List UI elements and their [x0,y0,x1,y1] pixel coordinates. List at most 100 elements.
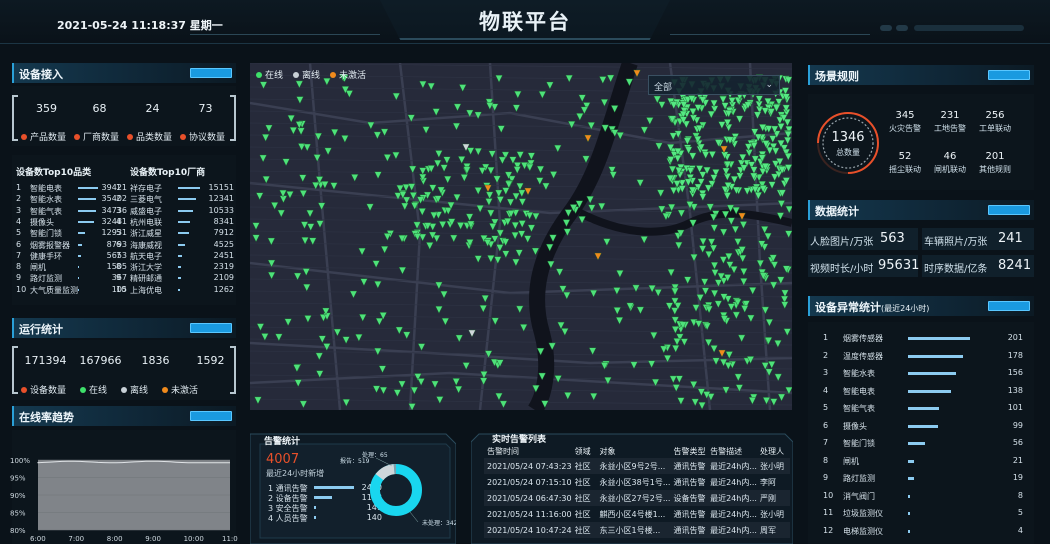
device-marker-icon [734,238,742,247]
device-marker-icon [739,268,748,276]
table-cell: 2021/05/24 07:43:23 [484,458,572,474]
device-marker-icon [613,307,622,315]
table-row[interactable]: 2021/05/24 11:16:00 社区 麒西小区4号楼1... 通讯告警 最近24… [484,506,790,522]
device-map[interactable]: 在线 离线 未激活 全部 ⌄ [250,63,792,410]
map-road [250,101,792,145]
table-row[interactable]: 2021/05/24 07:43:23 社区 永益小区9号2号... 通讯告警 最近24… [484,458,790,474]
device-marker-icon [432,234,441,243]
device-marker-icon [350,174,359,182]
list-rank: 10 [16,284,27,294]
list-name: 闸机 [30,263,46,273]
device-marker-icon [688,152,697,161]
device-marker-icon [777,393,786,402]
list-name: 海康威视 [130,240,162,250]
list-item: 12 电梯监测仪 4 [823,526,1023,537]
data-stats-toggle-button[interactable] [988,205,1030,215]
device-marker-icon [252,234,260,243]
list-rank: 8 [16,262,22,272]
face-image-stat: 人脸图片/万张 563 [808,228,918,250]
device-marker-icon [640,236,649,244]
device-marker-icon [701,151,710,160]
device-marker-icon [636,306,645,315]
device-marker-icon [440,164,448,173]
list-name: 闸机 [843,456,859,466]
offline-dot-icon [121,386,128,393]
device-marker-icon [683,276,692,285]
device-marker-icon [418,167,427,176]
device-marker-icon [738,254,747,263]
list-rank: 2 [116,194,122,204]
trend-x-tick: 7:00 [68,535,84,543]
product-dot-icon [21,133,27,140]
list-item: 10 大气质量监测 105 [16,285,127,295]
device-marker-icon [580,106,589,115]
device-marker-icon [431,380,439,389]
device-marker-icon [417,378,425,386]
table-cell: 麒西小区4号楼1... [599,509,666,519]
alarm-donut-chart: 处理：65报告：519未处理：3423 [340,451,456,527]
device-marker-icon [501,187,510,196]
list-item: 4 杭州电联 8341 [116,217,234,227]
run-stats-toggle-button[interactable] [190,323,232,333]
anomaly-title: 设备异常统计(最近24小时) [815,301,930,314]
map-legend-inactive[interactable]: 未激活 [330,68,366,81]
device-marker-icon [452,378,461,386]
device-marker-icon [777,123,785,131]
device-marker-icon [374,281,382,289]
device-marker-icon [516,151,525,160]
map-filter-select[interactable]: 全部 ⌄ [648,75,780,95]
map-legend-offline[interactable]: 离线 [293,68,320,81]
run-stats-values: 171394 167966 1836 1592 [18,354,238,367]
list-item: 11 垃圾监测仪 5 [823,508,1023,519]
device-access-toggle-button[interactable] [190,68,232,78]
device-marker-icon [712,357,720,366]
list-bar [78,220,95,223]
offline-count: 1836 [141,354,170,367]
device-marker-icon [719,228,728,237]
table-cell: 最近24h内... [707,490,758,506]
device-marker-icon [457,156,466,164]
online-count: 167966 [79,354,122,367]
device-marker-icon [613,287,621,295]
category-dot-icon [127,133,134,140]
anomaly-toggle-button[interactable] [988,301,1030,311]
table-row[interactable]: 2021/05/24 07:15:10 社区 永益小区38号1号... 通讯告警 最近2… [484,474,790,490]
list-rank: 11 [823,508,834,517]
scene-rules-toggle-button[interactable] [988,70,1030,80]
map-canvas [250,63,792,410]
table-row[interactable]: 2021/05/24 10:47:24 社区 东三小区1号楼... 通讯告警 最近24h… [484,522,790,538]
list-name: 祥存电子 [130,184,162,193]
list-rank: 1 [116,183,122,192]
device-marker-icon [549,171,558,179]
device-marker-icon [297,127,305,136]
device-marker-icon [527,152,536,161]
map-legend-online[interactable]: 在线 [256,68,283,81]
list-name: 航天电子 [130,251,162,261]
device-marker-icon [698,171,707,180]
device-marker-icon [441,317,450,326]
data-stats-header: 数据统计 [808,200,1034,220]
col-handler: 处理人 [760,446,785,456]
online-trend-toggle-button[interactable] [190,411,232,421]
list-item: 2 三菱电气 12341 [116,194,234,204]
device-marker-icon [289,127,298,135]
table-row[interactable]: 2021/05/24 06:47:30 社区 永益小区27号2号... 设备告警 最近2… [484,490,790,506]
device-marker-icon [479,305,488,313]
table-cell: 2021/05/24 10:47:24 [484,522,572,538]
device-marker-icon [465,213,474,222]
device-access-header: 设备接入 [12,63,236,83]
device-marker-icon [532,212,540,221]
device-marker-icon [708,151,717,159]
device-marker-icon [699,193,707,202]
vendor-dot-icon [74,133,81,140]
device-marker-icon [452,122,461,131]
device-marker-icon [495,75,503,83]
face-image-value: 563 [880,231,905,246]
device-marker-icon [259,154,267,163]
list-name: 路灯监测 [30,274,62,284]
current-datetime: 2021-05-24 11:18:37 星期一 [57,19,223,32]
list-item: 1 祥存电子 15151 [116,183,234,193]
list-value: 99 [1012,420,1023,430]
device-marker-icon [302,268,311,276]
device-marker-icon [282,158,290,167]
